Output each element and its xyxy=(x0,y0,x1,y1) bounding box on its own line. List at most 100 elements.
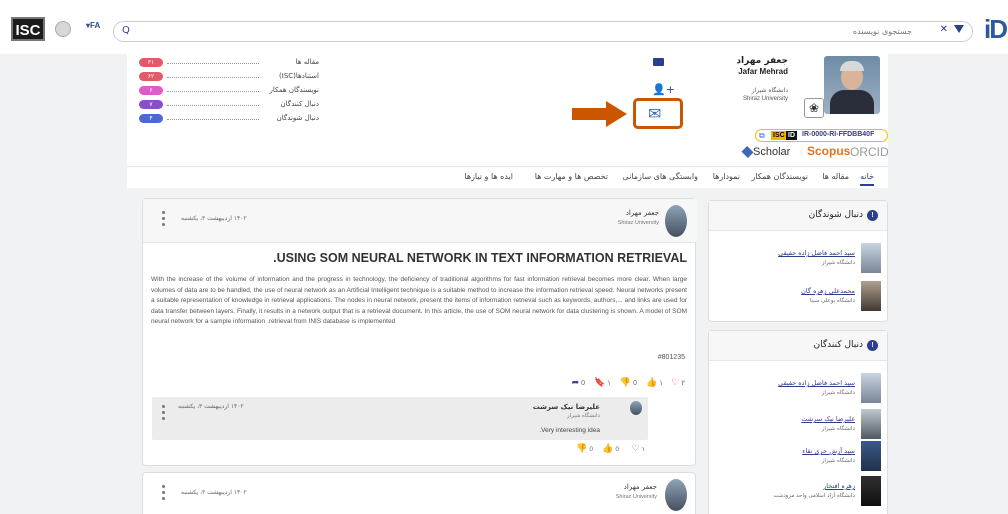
list-item[interactable]: سید آرش حری نقاء دانشگاه شیراز xyxy=(721,441,881,471)
following-panel-header: دنبال شوندگان ! xyxy=(709,201,887,231)
like-icon[interactable]: 👍 xyxy=(602,443,613,453)
post-body: With the increase of the volume of infor… xyxy=(151,276,687,325)
bookmark-count: ۱ xyxy=(607,380,611,387)
post-author[interactable]: جعفر مهراد xyxy=(626,209,659,217)
copy-icon[interactable]: ⧉ xyxy=(759,131,765,141)
avatar xyxy=(861,243,881,273)
isc-tag: ISC xyxy=(771,131,787,140)
tab-ideas[interactable]: ایده ها و نیازها xyxy=(464,172,513,181)
heart-count: ۲ xyxy=(681,380,685,387)
dislike-icon[interactable]: 👎 xyxy=(620,377,631,387)
tab-charts[interactable]: نمودارها xyxy=(713,172,740,181)
tab-affiliations[interactable]: وابستگی های سازمانی xyxy=(622,172,698,181)
stat-following[interactable]: ۴ دنبال شوندگان xyxy=(139,114,319,124)
list-item[interactable]: محمدعلی زهره گان دانشگاه بوعلی سینا xyxy=(721,281,881,311)
share-icon[interactable]: ➦ xyxy=(572,377,580,387)
search-bar: Q ✕ xyxy=(113,21,973,42)
orcid-link[interactable]: ORCID xyxy=(850,145,889,159)
filter-icon[interactable] xyxy=(954,25,964,33)
avatar xyxy=(861,476,881,506)
person-affiliation: دانشگاه شیراز xyxy=(821,390,855,396)
post-date: ۱۴۰۲ اردیبهشت ۳، یکشنبه xyxy=(181,215,247,222)
stat-articles[interactable]: ۳۱ مقاله ها xyxy=(139,58,319,68)
tab-coauthors[interactable]: نویسندگان همکار xyxy=(751,172,808,181)
person-name[interactable]: سید احمد فاضل زاده حقیقی xyxy=(778,379,855,387)
post-title[interactable]: .USING SOM NEURAL NETWORK IN TEXT INFORM… xyxy=(143,251,687,265)
avatar xyxy=(861,373,881,403)
stat-followers[interactable]: ۷ دنبال کنندگان xyxy=(139,100,319,110)
tab-skills[interactable]: تخصص ها و مهارت ها xyxy=(535,172,608,181)
search-input[interactable] xyxy=(152,24,912,39)
tab-home[interactable]: خانه xyxy=(860,172,874,186)
more-options-icon[interactable] xyxy=(162,211,166,229)
id-tag: ID xyxy=(786,131,797,140)
stat-badge: ۴ xyxy=(139,114,163,123)
dislike-count: 0 xyxy=(589,446,593,453)
following-title: دنبال شوندگان xyxy=(808,210,863,220)
person-name[interactable]: سید آرش حری نقاء xyxy=(802,447,855,455)
info-icon[interactable]: ! xyxy=(867,210,878,221)
clear-icon[interactable]: ✕ xyxy=(940,24,948,35)
like-count: ۱ xyxy=(659,380,663,387)
stat-leader xyxy=(167,63,259,64)
followers-panel: دنبال کنندگان ! سید احمد فاضل زاده حقیقی… xyxy=(708,330,888,514)
globe-icon[interactable] xyxy=(55,21,71,37)
dislike-count: 0 xyxy=(633,380,637,387)
isc-id-value: IR-0000-RI-FFDBB40F xyxy=(802,131,875,138)
person-name[interactable]: علیرضا نیک سرشت xyxy=(801,415,855,423)
arrow-pointer-icon xyxy=(572,101,627,127)
avatar[interactable] xyxy=(665,205,687,237)
dislike-icon[interactable]: 👎 xyxy=(576,443,587,453)
isc-id-badge[interactable]: ⧉ ISC ID IR-0000-RI-FFDBB40F xyxy=(755,129,888,142)
profile-university-en: Shiraz University xyxy=(742,96,788,102)
avatar xyxy=(861,441,881,471)
mail-icon[interactable] xyxy=(653,58,664,66)
profile-name-en: Jafar Mehrad xyxy=(738,67,788,76)
more-options-icon[interactable] xyxy=(162,485,166,503)
post-author[interactable]: جعفر مهراد xyxy=(624,483,657,491)
person-name[interactable]: زهره افتخار xyxy=(823,482,855,490)
followers-panel-header: دنبال کنندگان ! xyxy=(709,331,887,361)
comment-more-icon[interactable] xyxy=(162,405,166,423)
person-name[interactable]: محمدعلی زهره گان xyxy=(801,287,855,295)
list-item[interactable]: سید احمد فاضل زاده حقیقی دانشگاه شیراز xyxy=(721,243,881,273)
language-toggle[interactable]: ▾FA xyxy=(86,21,100,30)
stat-label: نویسندگان همکار xyxy=(269,86,320,94)
scholar-link[interactable]: Scholar xyxy=(741,146,790,158)
list-item[interactable]: سید احمد فاضل زاده حقیقی دانشگاه شیراز xyxy=(721,373,881,403)
comment-date: ۱۴۰۲ اردیبهشت ۳، یکشنبه xyxy=(178,403,244,410)
like-icon[interactable]: 👍 xyxy=(646,377,657,387)
stat-badge: ۷ xyxy=(139,100,163,109)
following-panel: دنبال شوندگان ! سید احمد فاضل زاده حقیقی… xyxy=(708,200,888,322)
stat-citations[interactable]: ۶۲ استنادها(ISC) xyxy=(139,72,319,82)
person-name[interactable]: سید احمد فاضل زاده حقیقی xyxy=(778,249,855,257)
avatar xyxy=(861,409,881,439)
post-hashtag[interactable]: #801235 xyxy=(658,354,685,361)
stat-label: دنبال شوندگان xyxy=(276,114,319,122)
post-author-affiliation: Shiraz University xyxy=(615,494,657,500)
brand-logo[interactable]: iD xyxy=(984,14,1008,45)
tab-articles[interactable]: مقاله ها xyxy=(822,172,849,181)
list-item[interactable]: زهره افتخار دانشگاه آزاد اسلامی واحد مرو… xyxy=(721,476,881,506)
bookmark-icon[interactable]: 🔖 xyxy=(594,377,605,387)
heart-icon[interactable]: ♡ xyxy=(632,443,640,453)
search-icon[interactable]: Q xyxy=(122,25,130,36)
info-icon[interactable]: ! xyxy=(867,340,878,351)
post-header: ۱۴۰۲ اردیبهشت ۳، یکشنبه جعفر مهراد Shira… xyxy=(143,199,697,243)
person-affiliation: دانشگاه شیراز xyxy=(821,458,855,464)
stat-coauthors[interactable]: ۶ نویسندگان همکار xyxy=(139,86,319,96)
profile-university-fa: دانشگاه شیراز xyxy=(751,87,788,94)
scopus-link[interactable]: Scopus xyxy=(807,144,850,158)
isc-logo[interactable]: ISC xyxy=(11,17,45,41)
list-item[interactable]: علیرضا نیک سرشت دانشگاه شیراز xyxy=(721,409,881,439)
avatar[interactable] xyxy=(665,479,687,511)
heart-icon[interactable]: ♡ xyxy=(671,377,679,387)
person-affiliation: دانشگاه بوعلی سینا xyxy=(809,298,855,304)
comment-author[interactable]: علیرضا نیک سرشت xyxy=(533,403,600,411)
comment-avatar[interactable] xyxy=(630,401,642,415)
citation-icon[interactable]: ✉ xyxy=(648,104,661,123)
add-user-icon[interactable]: 👤+ xyxy=(652,83,675,96)
post-card: ۱۴۰۲ اردیبهشت ۳، یکشنبه جعفر مهراد Shira… xyxy=(142,472,696,514)
avatar xyxy=(861,281,881,311)
profile-photo xyxy=(824,56,880,114)
